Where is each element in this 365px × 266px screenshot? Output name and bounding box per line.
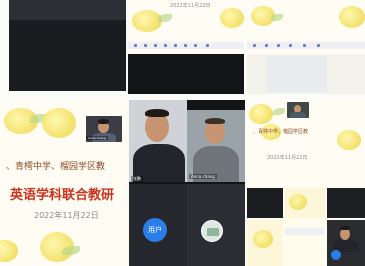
tool-icon[interactable] <box>265 44 268 47</box>
tile-b <box>285 188 325 218</box>
tool-icon[interactable] <box>154 44 157 47</box>
participant-right-video: Anna chang <box>187 110 245 182</box>
user-avatar-icon[interactable] <box>201 220 223 242</box>
top-middle-panel: 2022年11月22日 <box>128 0 244 94</box>
top-left-video <box>9 20 126 91</box>
tile-d <box>247 220 283 266</box>
video-call-panel: 张鹏 Anna chang 用户 <box>129 100 245 266</box>
tool-icon[interactable] <box>164 44 167 47</box>
participant-right-name: Anna chang <box>189 174 217 179</box>
tile-e <box>285 220 325 266</box>
top-left-panel <box>9 0 126 91</box>
tool-icon[interactable] <box>303 44 306 47</box>
tool-icon[interactable] <box>206 44 209 47</box>
tool-icon[interactable] <box>144 44 147 47</box>
tool-icon[interactable] <box>289 44 292 47</box>
top-right-toolbar <box>247 42 365 49</box>
right-slide-date: 2022年11月22日 <box>267 155 308 161</box>
top-middle-date: 2022年11月22日 <box>170 3 211 9</box>
tile-a <box>247 188 283 218</box>
tool-icon[interactable] <box>134 44 137 47</box>
user-button-label: 用户 <box>148 226 162 234</box>
tool-icon[interactable] <box>317 44 320 47</box>
tool-icon[interactable] <box>253 44 256 47</box>
tool-icon[interactable] <box>277 44 280 47</box>
main-slide-video-thumb: Anna chang <box>86 116 122 142</box>
tool-icon[interactable] <box>184 44 187 47</box>
tool-icon[interactable] <box>174 44 177 47</box>
top-right-video <box>247 54 365 94</box>
tile-f <box>327 220 365 266</box>
main-slide: Anna chang 、青樗中学、榴园学区教 英语学科联合教研 2022年11月… <box>0 100 126 266</box>
top-right-panel <box>247 0 365 94</box>
right-slide-school-line: 、青樗中学、榴园学区教 <box>253 129 309 135</box>
main-slide-school-line: 、青樗中学、榴园学区教 <box>6 162 106 172</box>
main-slide-date: 2022年11月22日 <box>34 211 99 220</box>
top-right-thumb <box>267 56 327 92</box>
participant-left-video: 张鹏 <box>129 100 187 182</box>
top-middle-video <box>128 54 244 94</box>
participant-left-name: 张鹏 <box>131 176 143 182</box>
main-slide-thumb-name: Anna chang <box>86 136 108 140</box>
right-slide: 、青樗中学、榴园学区教 2022年11月22日 <box>247 100 365 266</box>
top-middle-toolbar <box>128 42 244 49</box>
main-slide-title: 英语学科联合教研 <box>10 188 115 203</box>
tile-c <box>327 188 365 218</box>
small-user-button[interactable] <box>331 250 341 260</box>
tool-icon[interactable] <box>194 44 197 47</box>
user-button[interactable]: 用户 <box>143 218 167 242</box>
right-slide-video-thumb <box>287 102 309 118</box>
